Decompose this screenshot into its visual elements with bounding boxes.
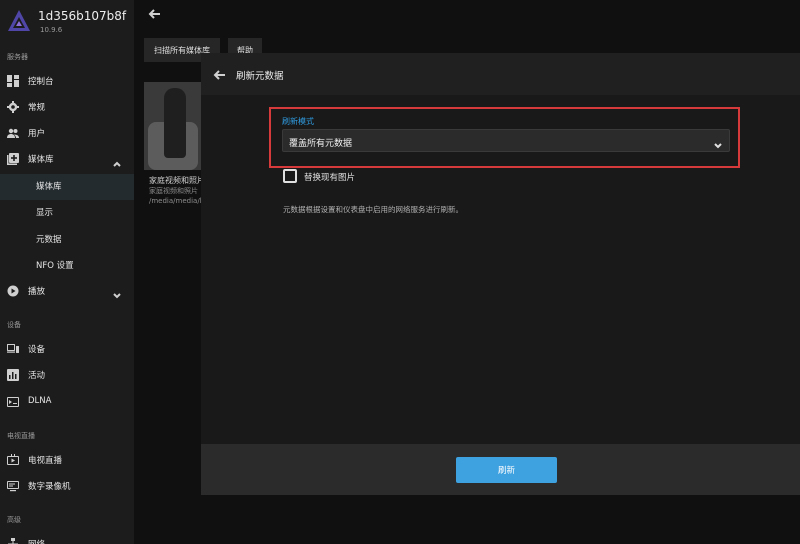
refresh-mode-select[interactable]: 覆盖所有元数据 [282,129,730,152]
refresh-metadata-dialog: 刷新元数据 刷新模式 覆盖所有元数据 替换现有图片 元数据根据设置和仪表盘中启用… [201,53,800,495]
section-advanced: 高级 [7,516,21,524]
sidebar-subitem-metadata[interactable]: 元数据 [0,227,134,253]
sidebar-subitem-nfo[interactable]: NFO 设置 [0,253,134,279]
dialog-header: 刷新元数据 [201,53,800,95]
sidebar-item-network[interactable]: 网络 [0,532,134,544]
dvr-icon [7,480,19,492]
dialog-footer: 刷新 [201,444,800,495]
replace-images-label: 替换现有图片 [304,173,356,183]
back-arrow-icon[interactable] [213,67,227,81]
library-icon [7,153,19,165]
server-version: 10.9.6 [40,26,63,34]
sidebar-item-dvr[interactable]: 数字录像机 [0,474,134,500]
chevron-down-icon [112,286,122,299]
section-livetv: 电视直播 [7,432,35,440]
dialog-title: 刷新元数据 [236,71,284,82]
dashboard-icon [7,75,19,87]
sidebar-item-label: 电视直播 [28,456,63,466]
refresh-description: 元数据根据设置和仪表盘中启用的网络服务进行刷新。 [283,205,463,214]
back-arrow-icon[interactable] [148,6,162,20]
refresh-mode-label: 刷新模式 [282,117,314,126]
sidebar-item-label: 用户 [28,129,46,139]
activity-icon [7,369,19,381]
sidebar-item-libraries[interactable]: 媒体库 [0,147,134,173]
network-icon [7,538,19,544]
sidebar-item-label: 设备 [28,345,46,355]
dlna-icon [7,396,19,408]
sidebar-item-users[interactable]: 用户 [0,121,134,147]
sidebar-subitem-display[interactable]: 显示 [0,200,134,226]
library-card-image[interactable] [144,82,202,170]
sidebar-item-livetv[interactable]: 电视直播 [0,448,134,474]
refresh-button[interactable]: 刷新 [456,457,557,483]
replace-images-checkbox[interactable] [283,169,297,183]
sidebar-item-label: DLNA [28,396,52,406]
sidebar-item-label: 常规 [28,103,46,113]
sidebar-item-label: 控制台 [28,77,54,87]
sidebar-item-label: NFO 设置 [36,261,74,271]
users-icon [7,127,19,139]
sidebar-item-label: 媒体库 [36,182,62,192]
sidebar-item-devices[interactable]: 设备 [0,337,134,363]
section-server: 服务器 [7,53,28,61]
chevron-down-icon [713,136,723,149]
sidebar-item-label: 显示 [36,208,54,218]
devices-icon [7,343,19,355]
sidebar: 1d356b107b8f 10.9.6 服务器 控制台 常规 用户 媒体库 媒体… [0,0,134,544]
sidebar-item-activity[interactable]: 活动 [0,363,134,389]
sidebar-item-dashboard[interactable]: 控制台 [0,69,134,95]
sidebar-item-label: 播放 [28,287,46,297]
chevron-up-icon [112,154,122,167]
sidebar-item-label: 元数据 [36,235,62,245]
gear-icon [7,101,19,113]
sidebar-item-general[interactable]: 常规 [0,95,134,121]
section-devices: 设备 [7,321,21,329]
sidebar-item-label: 网络 [28,538,45,544]
sidebar-item-label: 数字录像机 [28,482,71,492]
server-name: 1d356b107b8f [38,9,127,23]
refresh-mode-value: 覆盖所有元数据 [289,139,353,149]
sidebar-item-dlna[interactable]: DLNA [0,390,134,416]
sidebar-subitem-libraries[interactable]: 媒体库 [0,174,134,200]
server-header[interactable]: 1d356b107b8f 10.9.6 [0,0,134,44]
sidebar-item-label: 媒体库 [28,155,54,165]
sidebar-item-label: 活动 [28,371,46,381]
play-circle-icon [7,285,19,297]
tv-icon [7,454,19,466]
library-card-path: /media/media/lib [149,197,201,205]
sidebar-item-playback[interactable]: 播放 [0,279,134,305]
library-card-subtitle: 家庭视频和照片 [149,187,198,195]
library-card-title: 家庭视频和照片 [149,176,201,185]
jellyfin-logo-icon [8,10,30,31]
